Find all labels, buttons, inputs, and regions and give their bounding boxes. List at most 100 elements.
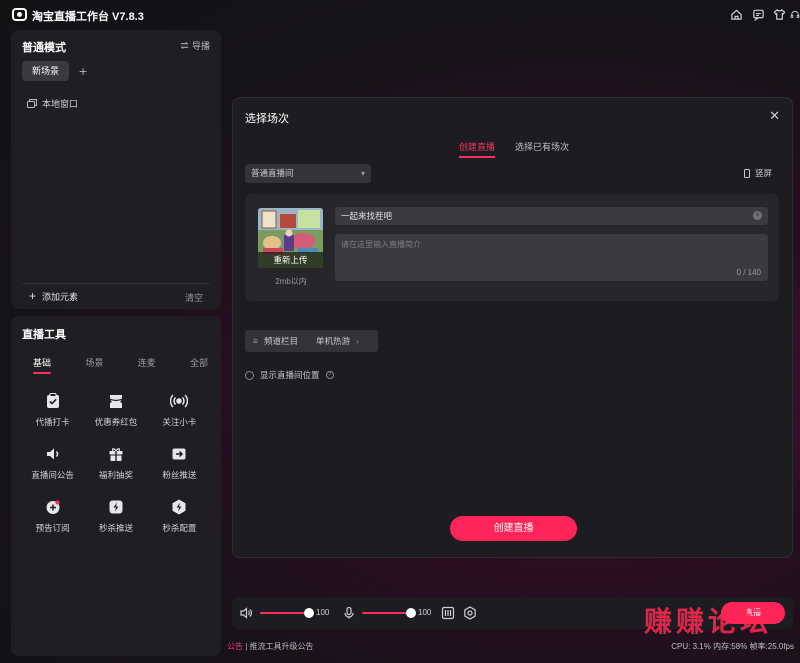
clipboard-check-icon xyxy=(46,393,59,408)
tool-tab-co-stream[interactable]: 连麦 xyxy=(138,356,156,374)
show-location-option[interactable]: 显示直播间位置 ? xyxy=(245,369,334,381)
divider xyxy=(22,283,210,284)
window-icon xyxy=(27,99,37,108)
room-type-value: 普通直播间 xyxy=(251,168,294,178)
tool-label: 福利抽奖 xyxy=(98,470,133,480)
subscribe-icon xyxy=(46,500,60,514)
headset-icon[interactable] xyxy=(790,8,800,21)
system-stats: CPU: 3.1% 内存:58% 帧率:25.0fps xyxy=(671,642,794,651)
broadcast-icon xyxy=(170,394,189,408)
live-title-value: 一起来找茬吧 xyxy=(341,211,393,221)
cover-size-hint: 2mb以内 xyxy=(275,277,307,286)
create-live-button[interactable]: 创建直播 xyxy=(450,516,577,541)
scene-mode-title: 普通模式 xyxy=(22,42,66,54)
speaker-icon xyxy=(46,448,58,460)
home-icon[interactable] xyxy=(730,8,743,21)
title-bar: 淘宝直播工作台 V7.8.3 xyxy=(0,0,800,30)
mic-volume-track[interactable] xyxy=(362,612,410,614)
chevron-right-icon: › xyxy=(356,336,359,346)
intro-placeholder: 请在这里输入直播简介 xyxy=(341,240,421,249)
add-scene-icon[interactable]: + xyxy=(79,61,93,81)
gift-icon xyxy=(109,448,123,461)
settings-icon[interactable] xyxy=(463,606,477,620)
tool-label: 代播打卡 xyxy=(35,417,70,427)
tool-preview-subscribe[interactable]: 预告订阅 xyxy=(21,498,84,534)
tool-label: 预告订阅 xyxy=(35,523,70,533)
tool-coupon-redpacket[interactable]: 优惠券红包 xyxy=(84,392,147,428)
tool-label: 粉丝推送 xyxy=(162,470,197,480)
coupon-icon xyxy=(109,395,123,408)
tool-tab-basic[interactable]: 基础 xyxy=(33,356,52,374)
reupload-button[interactable]: 重新上传 xyxy=(258,252,323,268)
tool-tab-all[interactable]: 全部 xyxy=(190,356,208,374)
clear-button[interactable]: 清空 xyxy=(185,291,203,304)
close-icon[interactable]: ✕ xyxy=(769,108,780,124)
notice-tag: 公告 xyxy=(227,642,243,651)
portrait-icon xyxy=(743,168,750,178)
guide-button[interactable]: 导播 xyxy=(180,39,210,52)
tab-create-live[interactable]: 创建直播 xyxy=(459,140,496,158)
help-icon[interactable]: ? xyxy=(325,371,334,379)
live-tools-panel: 直播工具 基础 场景 连麦 全部 代播打卡 优惠券红包 关注小卡 直播间公告 福… xyxy=(11,316,221,656)
chat-icon[interactable] xyxy=(752,8,765,21)
live-intro-textarea[interactable]: 请在这里输入直播简介 0 / 140 xyxy=(335,234,768,281)
cover-image[interactable]: 重新上传 xyxy=(258,208,323,268)
shirt-icon[interactable] xyxy=(773,8,786,21)
taobao-live-logo-icon xyxy=(12,8,27,21)
intro-char-count: 0 / 140 xyxy=(736,268,761,277)
live-title-input[interactable]: 一起来找茬吧 × xyxy=(335,207,768,225)
source-item-local-window[interactable]: 本地窗口 xyxy=(27,97,78,110)
list-icon: ≡ xyxy=(253,336,258,346)
tool-room-notice[interactable]: 直播间公告 xyxy=(21,445,84,481)
tool-label: 关注小卡 xyxy=(162,417,197,427)
channel-label: 频道栏目 xyxy=(263,336,298,346)
mic-volume-knob[interactable] xyxy=(406,608,416,618)
flash-push-icon xyxy=(109,500,123,514)
mic-volume-value: 100 xyxy=(418,608,432,617)
chevron-down-icon: ▾ xyxy=(360,169,365,178)
dialog-title: 选择场次 xyxy=(245,113,289,125)
mixer-icon[interactable] xyxy=(441,606,455,620)
source-label: 本地窗口 xyxy=(42,99,79,109)
speaker-volume-knob[interactable] xyxy=(304,608,314,618)
location-radio[interactable] xyxy=(245,370,254,380)
room-type-select[interactable]: 普通直播间 ▾ xyxy=(245,164,371,183)
tool-label: 秒杀配置 xyxy=(162,523,197,533)
tool-fan-push[interactable]: 粉丝推送 xyxy=(148,445,211,481)
tool-label: 优惠券红包 xyxy=(94,417,138,427)
speaker-icon[interactable] xyxy=(239,606,253,620)
switch-icon xyxy=(180,41,189,50)
tool-grid: 代播打卡 优惠券红包 关注小卡 直播间公告 福利抽奖 粉丝推送 预告订阅 秒杀推… xyxy=(21,392,211,534)
speaker-volume-track[interactable] xyxy=(260,612,308,614)
tool-daibo-checkin[interactable]: 代播打卡 xyxy=(21,392,84,428)
tool-tabs: 基础 场景 连麦 全部 xyxy=(33,356,208,374)
tool-flash-sale-config[interactable]: 秒杀配置 xyxy=(148,498,211,534)
microphone-icon[interactable] xyxy=(342,606,356,620)
add-element-button[interactable]: + 添加元素 xyxy=(29,290,78,303)
scene-panel: 普通模式 导播 新场景 + 本地窗口 + 添加元素 清空 xyxy=(11,30,221,309)
plus-icon: + xyxy=(29,289,37,303)
channel-select[interactable]: ≡ 频道栏目 单机热游 › xyxy=(245,330,378,352)
app-title: 淘宝直播工作台 V7.8.3 xyxy=(32,11,144,23)
tool-label: 秒杀推送 xyxy=(98,523,133,533)
speaker-volume-value: 100 xyxy=(316,608,330,617)
channel-value: 单机热游 xyxy=(315,336,350,346)
add-element-label: 添加元素 xyxy=(42,292,79,302)
location-label: 显示直播间位置 xyxy=(260,370,320,380)
notice-text[interactable]: 推流工具升级公告 xyxy=(250,642,314,651)
tool-follow-card[interactable]: 关注小卡 xyxy=(148,392,211,428)
tool-lottery[interactable]: 福利抽奖 xyxy=(84,445,147,481)
live-tools-title: 直播工具 xyxy=(22,329,66,341)
live-info-card: 重新上传 2mb以内 一起来找茬吧 × 请在这里输入直播简介 0 / 140 xyxy=(245,194,779,301)
tab-select-existing[interactable]: 选择已有场次 xyxy=(515,140,569,158)
tool-tab-scene[interactable]: 场景 xyxy=(85,356,103,374)
tool-label: 直播间公告 xyxy=(31,470,74,480)
tool-flash-sale-push[interactable]: 秒杀推送 xyxy=(84,498,147,534)
forward-icon xyxy=(172,448,186,460)
portrait-toggle[interactable]: 竖屏 xyxy=(743,167,772,179)
guide-label: 导播 xyxy=(191,41,210,51)
notice-bar[interactable]: 公告 | 推流工具升级公告 xyxy=(227,641,314,652)
scene-tab-new[interactable]: 新场景 xyxy=(22,61,69,81)
clear-input-icon[interactable]: × xyxy=(753,211,762,220)
select-session-dialog: 选择场次 ✕ 创建直播 选择已有场次 普通直播间 ▾ 竖屏 重新上传 2mb以内… xyxy=(232,97,793,558)
